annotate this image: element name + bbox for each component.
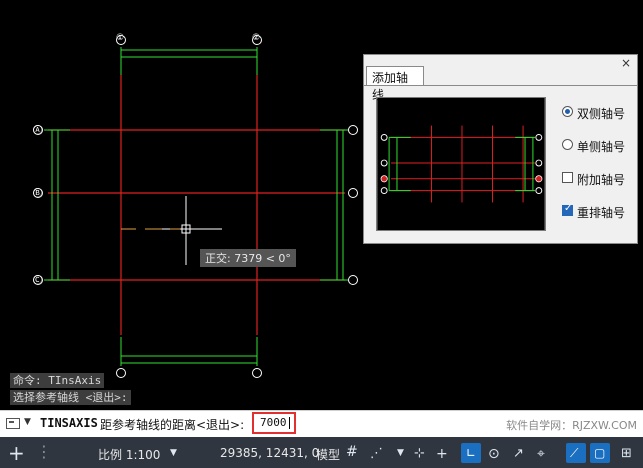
isodraft-icon[interactable]: ↗ xyxy=(513,446,524,461)
polar-icon[interactable]: ⊙ xyxy=(488,446,500,462)
dynamic-input-icon[interactable]: + xyxy=(436,446,448,462)
option-label: 重排轴号 xyxy=(577,206,626,220)
option-double-side[interactable]: 双侧轴号 xyxy=(562,105,625,122)
axis-lines xyxy=(48,75,345,335)
chevron-down-icon[interactable]: ▼ xyxy=(170,448,177,458)
status-bar: + ⋮ 比例 1:100 ▼ 29385, 12431, 0 模型 # ⋰ ▼ … xyxy=(0,437,643,468)
option-additional[interactable]: 附加轴号 xyxy=(562,171,625,188)
panel-title[interactable]: 添加轴线 xyxy=(366,66,424,102)
terminal-icon[interactable] xyxy=(6,418,20,429)
option-label: 单侧轴号 xyxy=(577,140,626,154)
scale-selector[interactable]: 比例 1:100 xyxy=(98,446,160,463)
model-space-button[interactable]: 模型 xyxy=(316,446,340,463)
ortho-icon: ∟ xyxy=(466,446,477,460)
axis-label-top-1: ① xyxy=(116,33,125,43)
axis-bubbles xyxy=(33,35,358,378)
separator-icon: ⋮ xyxy=(36,442,52,461)
ortho-tooltip: 正交: 7379 < 0° xyxy=(200,249,296,267)
checkbox-renumber[interactable] xyxy=(562,203,573,216)
dimension-lines xyxy=(44,47,348,366)
radio-double-side[interactable] xyxy=(562,106,573,117)
distance-input[interactable]: 7000 xyxy=(252,412,296,434)
axis-label-left-a: Ⓐ xyxy=(33,126,43,136)
axis-label-left-b: Ⓑ xyxy=(33,189,43,199)
more-icon[interactable]: ⊞ xyxy=(621,446,632,461)
add-axis-panel: 添加轴线 × 双侧轴号 单侧轴号 附加轴号 ✓ 重排轴号 xyxy=(363,54,638,244)
command-prompt: 距参考轴线的距离<退出>: xyxy=(100,418,245,432)
command-history-line: 选择参考轴线 <退出>: xyxy=(10,390,131,405)
command-history-line: 命令: TInsAxis xyxy=(10,373,105,388)
chevron-down-icon[interactable]: ▼ xyxy=(397,448,404,458)
command-line[interactable]: ▼ TINSAXIS 距参考轴线的距离<退出>: 7000 软件自学网：RJZX… xyxy=(0,410,643,437)
osnap-icon[interactable]: ⌖ xyxy=(537,446,545,462)
lineweight-icon: ⟋ xyxy=(570,446,579,460)
snap-icon[interactable]: ⋰ xyxy=(370,446,383,461)
panel-divider xyxy=(364,85,637,86)
grid-icon[interactable]: # xyxy=(346,444,358,460)
option-renumber[interactable]: 重排轴号 xyxy=(562,203,626,221)
coordinates-readout: 29385, 12431, 0 xyxy=(220,446,320,460)
chevron-down-icon[interactable]: ▼ xyxy=(24,417,31,427)
option-label: 双侧轴号 xyxy=(577,107,626,121)
axis-label-top-2: ② xyxy=(252,33,261,43)
axis-label-left-c: Ⓒ xyxy=(33,276,43,286)
watermark: 软件自学网：RJZXW.COM xyxy=(506,419,637,432)
option-label: 附加轴号 xyxy=(577,173,626,187)
command-name: TINSAXIS xyxy=(40,416,98,430)
option-single-side[interactable]: 单侧轴号 xyxy=(562,138,625,155)
close-icon[interactable]: × xyxy=(621,56,631,70)
plus-icon[interactable]: + xyxy=(8,441,25,465)
axis-preview xyxy=(376,97,546,231)
selection-icon: ▢ xyxy=(594,446,606,460)
infer-icon[interactable]: ⊹ xyxy=(414,446,425,461)
radio-single-side[interactable] xyxy=(562,139,573,150)
checkbox-additional[interactable] xyxy=(562,172,573,183)
